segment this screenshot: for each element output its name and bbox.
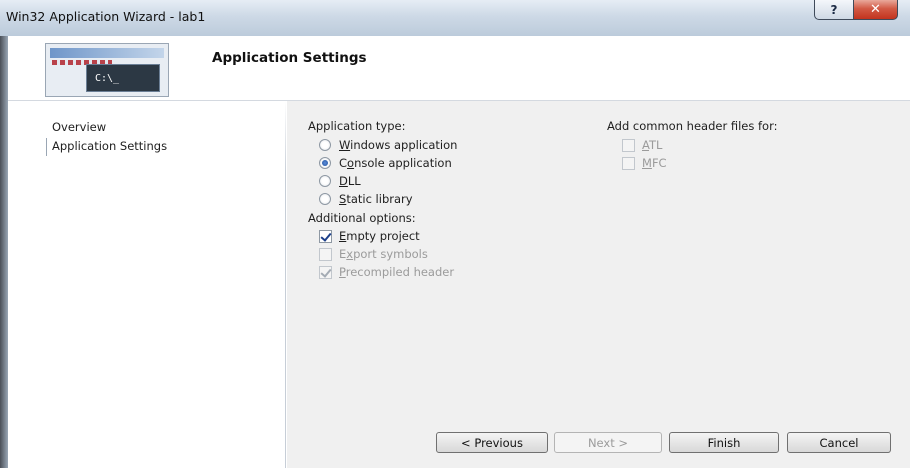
checkmark-icon (320, 265, 332, 278)
window-controls: ? ✕ (814, 0, 898, 21)
wizard-header: C:\_ Application Settings (8, 36, 910, 100)
wizard-window: Win32 Application Wizard - lab1 ? ✕ C:\_… (0, 0, 910, 468)
radio-button[interactable] (319, 139, 331, 151)
checkbox-precompiled-header: Precompiled header (319, 265, 454, 279)
wizard-client-area: C:\_ Application Settings Overview Appli… (8, 36, 910, 468)
checkbox-label: Precompiled header (339, 265, 455, 279)
checkbox-label: MFC (642, 156, 667, 170)
additional-options-label: Additional options: (308, 211, 416, 225)
nav-item-overview[interactable]: Overview (52, 120, 106, 134)
radio-static-library[interactable]: Static library (319, 192, 413, 206)
radio-label: Static library (339, 192, 413, 206)
radio-label: DLL (339, 174, 361, 188)
icon-console-prompt: C:\_ (86, 64, 160, 92)
nav-divider (285, 101, 286, 468)
checkbox-disabled (319, 247, 332, 261)
checkbox-label: Export symbols (339, 247, 428, 261)
close-icon: ✕ (870, 2, 881, 17)
title-bar[interactable]: Win32 Application Wizard - lab1 ? ✕ (0, 0, 910, 36)
radio-label: Console application (339, 156, 452, 170)
checkbox-disabled (319, 265, 332, 279)
next-button: Next > (554, 432, 662, 453)
nav-selection-marker (46, 138, 47, 156)
help-button[interactable]: ? (814, 0, 854, 20)
previous-button[interactable]: < Previous (436, 432, 548, 453)
checkbox-atl: ATL (622, 138, 662, 152)
settings-panel: Application type: Windows application Co… (287, 101, 910, 468)
wizard-nav: Overview Application Settings (8, 101, 286, 468)
checkmark-icon (320, 229, 332, 242)
checkbox-disabled (622, 138, 635, 152)
radio-button[interactable] (319, 175, 331, 187)
nav-item-application-settings[interactable]: Application Settings (52, 139, 167, 153)
checkbox-empty-project[interactable]: Empty project (319, 229, 420, 243)
radio-button[interactable] (319, 193, 331, 205)
radio-dll[interactable]: DLL (319, 174, 361, 188)
cancel-button[interactable]: Cancel (787, 432, 891, 453)
checkbox-label: ATL (642, 138, 663, 152)
checkbox-disabled (622, 156, 635, 170)
radio-windows-application[interactable]: Windows application (319, 138, 457, 152)
window-frame-edge (0, 36, 8, 468)
checkbox[interactable] (319, 229, 332, 243)
common-headers-label: Add common header files for: (607, 119, 778, 133)
radio-console-application[interactable]: Console application (319, 156, 452, 170)
finish-button[interactable]: Finish (669, 432, 779, 453)
window-title: Win32 Application Wizard - lab1 (6, 9, 206, 24)
application-type-label: Application type: (308, 119, 406, 133)
icon-titlebar-graphic (50, 48, 164, 58)
radio-label: Windows application (339, 138, 458, 152)
console-app-icon: C:\_ (45, 43, 169, 97)
checkbox-label: Empty project (339, 229, 420, 243)
page-title: Application Settings (212, 50, 367, 66)
checkbox-mfc: MFC (622, 156, 667, 170)
help-icon: ? (830, 2, 838, 17)
checkbox-export-symbols: Export symbols (319, 247, 428, 261)
close-button[interactable]: ✕ (854, 0, 898, 20)
radio-button-selected[interactable] (319, 157, 331, 169)
